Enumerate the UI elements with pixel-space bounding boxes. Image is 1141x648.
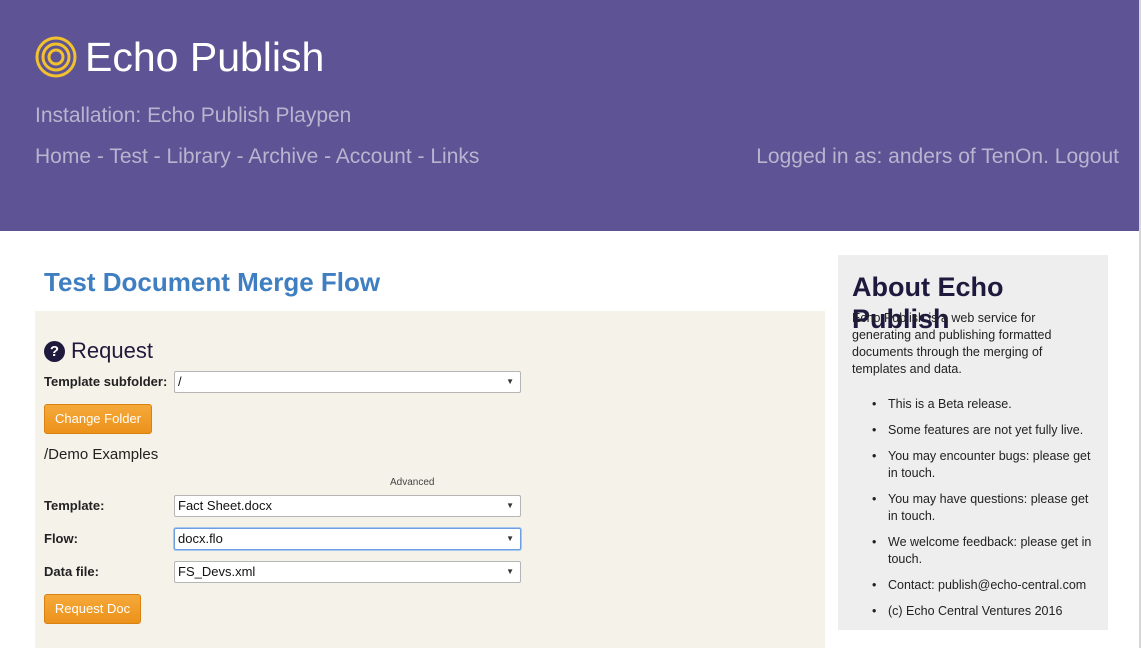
template-subfolder-select[interactable]: / ▼ <box>174 371 521 393</box>
nav-library[interactable]: Library <box>167 145 231 168</box>
request-doc-button[interactable]: Request Doc <box>44 594 141 624</box>
change-folder-button[interactable]: Change Folder <box>44 404 152 434</box>
echo-logo-icon <box>35 36 77 78</box>
installation-label: Installation: Echo Publish Playpen <box>35 104 352 127</box>
nav-separator: - <box>147 145 167 168</box>
list-item: You may encounter bugs: please get in to… <box>870 448 1098 482</box>
site-header: Echo Publish Installation: Echo Publish … <box>0 0 1139 231</box>
list-item: Contact: publish@echo-central.com <box>870 577 1098 594</box>
template-subfolder-label: Template subfolder: <box>44 374 168 389</box>
data-file-label: Data file: <box>44 564 99 579</box>
nav-test[interactable]: Test <box>109 145 148 168</box>
flow-label: Flow: <box>44 531 78 546</box>
dropdown-arrow-icon: ▼ <box>506 534 514 543</box>
nav-archive[interactable]: Archive <box>248 145 318 168</box>
about-sidebar: About Echo Publish Echo Publish is a web… <box>838 255 1108 630</box>
template-value: Fact Sheet.docx <box>178 498 272 513</box>
dropdown-arrow-icon: ▼ <box>506 377 514 386</box>
list-item: This is a Beta release. <box>870 396 1098 413</box>
flow-value: docx.flo <box>178 531 223 546</box>
list-item: We welcome feedback: please get in touch… <box>870 534 1098 568</box>
dropdown-arrow-icon: ▼ <box>506 501 514 510</box>
nav-links[interactable]: Links <box>430 145 479 168</box>
list-item: Some features are not yet fully live. <box>870 422 1098 439</box>
list-item: (c) Echo Central Ventures 2016 <box>870 603 1098 620</box>
list-item: You may have questions: please get in to… <box>870 491 1098 525</box>
brand[interactable]: Echo Publish <box>35 32 324 82</box>
logged-in-text: Logged in as: anders of TenOn. <box>756 145 1049 168</box>
nav-account[interactable]: Account <box>336 145 412 168</box>
data-file-value: FS_Devs.xml <box>178 564 256 579</box>
data-file-select[interactable]: FS_Devs.xml ▼ <box>174 561 521 583</box>
main-nav: Home - Test - Library - Archive - Accoun… <box>35 144 479 170</box>
question-circle-icon[interactable]: ? <box>44 340 65 362</box>
template-select[interactable]: Fact Sheet.docx ▼ <box>174 495 521 517</box>
nav-separator: - <box>318 145 336 168</box>
logout-link[interactable]: Logout <box>1055 145 1119 168</box>
template-subfolder-value: / <box>178 374 182 389</box>
request-heading: ? Request <box>44 338 153 364</box>
about-list: This is a Beta release. Some features ar… <box>870 396 1098 629</box>
flow-select[interactable]: docx.flo ▼ <box>174 528 521 550</box>
folder-path: /Demo Examples <box>44 446 159 463</box>
login-status: Logged in as: anders of TenOn. Logout <box>756 144 1119 170</box>
about-description: Echo Publish is a web service for genera… <box>852 311 1052 376</box>
nav-separator: - <box>411 145 431 168</box>
app-title: Echo Publish <box>85 34 325 80</box>
dropdown-arrow-icon: ▼ <box>506 567 514 576</box>
advanced-link[interactable]: Advanced <box>390 477 434 489</box>
template-label: Template: <box>44 498 105 513</box>
request-panel: ? Request Template subfolder: / ▼ Change… <box>35 311 825 648</box>
nav-home[interactable]: Home <box>35 145 91 168</box>
nav-separator: - <box>230 145 249 168</box>
request-title: Request <box>71 338 153 363</box>
nav-separator: - <box>91 145 110 168</box>
page-title: Test Document Merge Flow <box>44 267 381 297</box>
